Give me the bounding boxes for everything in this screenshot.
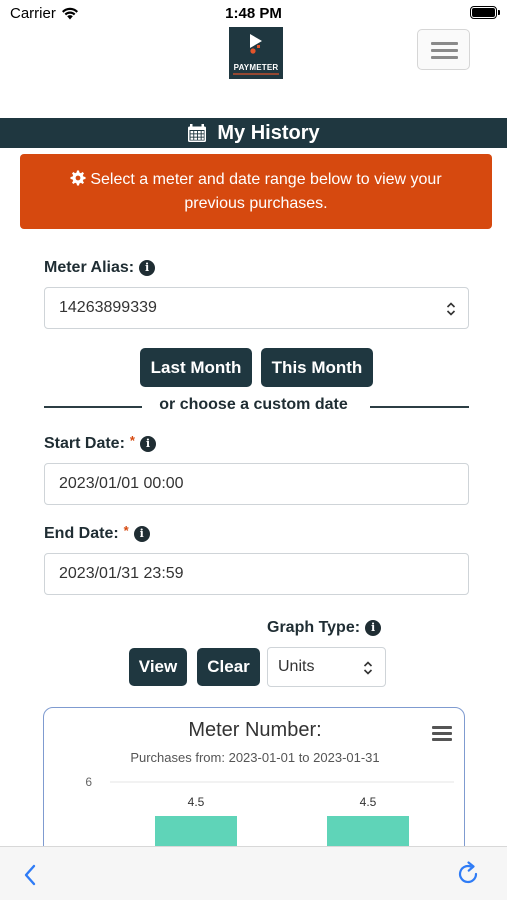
info-icon[interactable]: i [365, 620, 382, 636]
graph-type-value: Units [278, 658, 315, 675]
last-month-button[interactable]: Last Month [140, 348, 252, 387]
y-tick-label: 6 [85, 775, 92, 789]
info-icon[interactable]: i [133, 526, 150, 542]
required-marker: * [129, 432, 135, 448]
page-title-bar: My History [0, 118, 507, 148]
end-date-label: End Date: * i [44, 522, 150, 543]
clear-button[interactable]: Clear [197, 648, 260, 686]
hamburger-bar [431, 49, 458, 52]
meter-alias-value: 14263899339 [59, 299, 157, 316]
alert-text-2: previous purchases. [184, 195, 328, 212]
meter-alias-select[interactable]: 14263899339 [44, 287, 469, 329]
divider-line-right [370, 406, 469, 408]
paymeter-logo[interactable]: PAYMETER [229, 27, 283, 79]
start-date-value: 2023/01/01 00:00 [59, 475, 184, 492]
start-date-input[interactable]: 2023/01/01 00:00 [44, 463, 469, 505]
info-icon[interactable]: i [139, 260, 156, 276]
menu-toggle-button[interactable] [417, 29, 470, 70]
gear-icon [70, 170, 86, 186]
graph-type-select[interactable]: Units [267, 647, 386, 687]
this-month-button[interactable]: This Month [261, 348, 373, 387]
alert-text-1: Select a meter and date range below to v… [90, 171, 442, 188]
custom-date-divider: or choose a custom date [159, 396, 348, 413]
end-date-input[interactable]: 2023/01/31 23:59 [44, 553, 469, 595]
battery-icon [470, 6, 500, 19]
logo-underline [233, 73, 279, 75]
start-date-label-text: Start Date: [44, 435, 125, 452]
meter-alias-label: Meter Alias: i [44, 259, 156, 277]
end-date-label-text: End Date: [44, 525, 119, 542]
bar-data-label: 4.5 [188, 795, 205, 809]
bar-data-label: 4.5 [360, 795, 377, 809]
logo-text: PAYMETER [233, 63, 279, 72]
hamburger-bar [431, 42, 458, 45]
calendar-icon [188, 124, 207, 142]
required-marker: * [123, 522, 129, 538]
info-icon[interactable]: i [139, 436, 156, 452]
view-button[interactable]: View [129, 648, 187, 686]
graph-type-label: Graph Type: i [267, 619, 382, 637]
select-chevron-icon [446, 302, 456, 316]
reload-icon[interactable] [455, 861, 481, 887]
info-alert: Select a meter and date range below to v… [20, 154, 492, 229]
logo-mark-icon [250, 34, 262, 54]
back-arrow-icon[interactable] [22, 863, 38, 887]
meter-alias-label-text: Meter Alias: [44, 259, 135, 276]
end-date-value: 2023/01/31 23:59 [59, 565, 184, 582]
status-time: 1:48 PM [225, 5, 282, 22]
select-chevron-icon [363, 661, 373, 675]
browser-toolbar [0, 846, 507, 900]
start-date-label: Start Date: * i [44, 432, 156, 453]
alert-line-1: Select a meter and date range below to v… [20, 168, 492, 192]
graph-type-label-text: Graph Type: [267, 619, 361, 636]
status-bar: Carrier 1:48 PM [0, 0, 507, 28]
page-title: My History [217, 121, 320, 144]
hamburger-bar [431, 56, 458, 59]
